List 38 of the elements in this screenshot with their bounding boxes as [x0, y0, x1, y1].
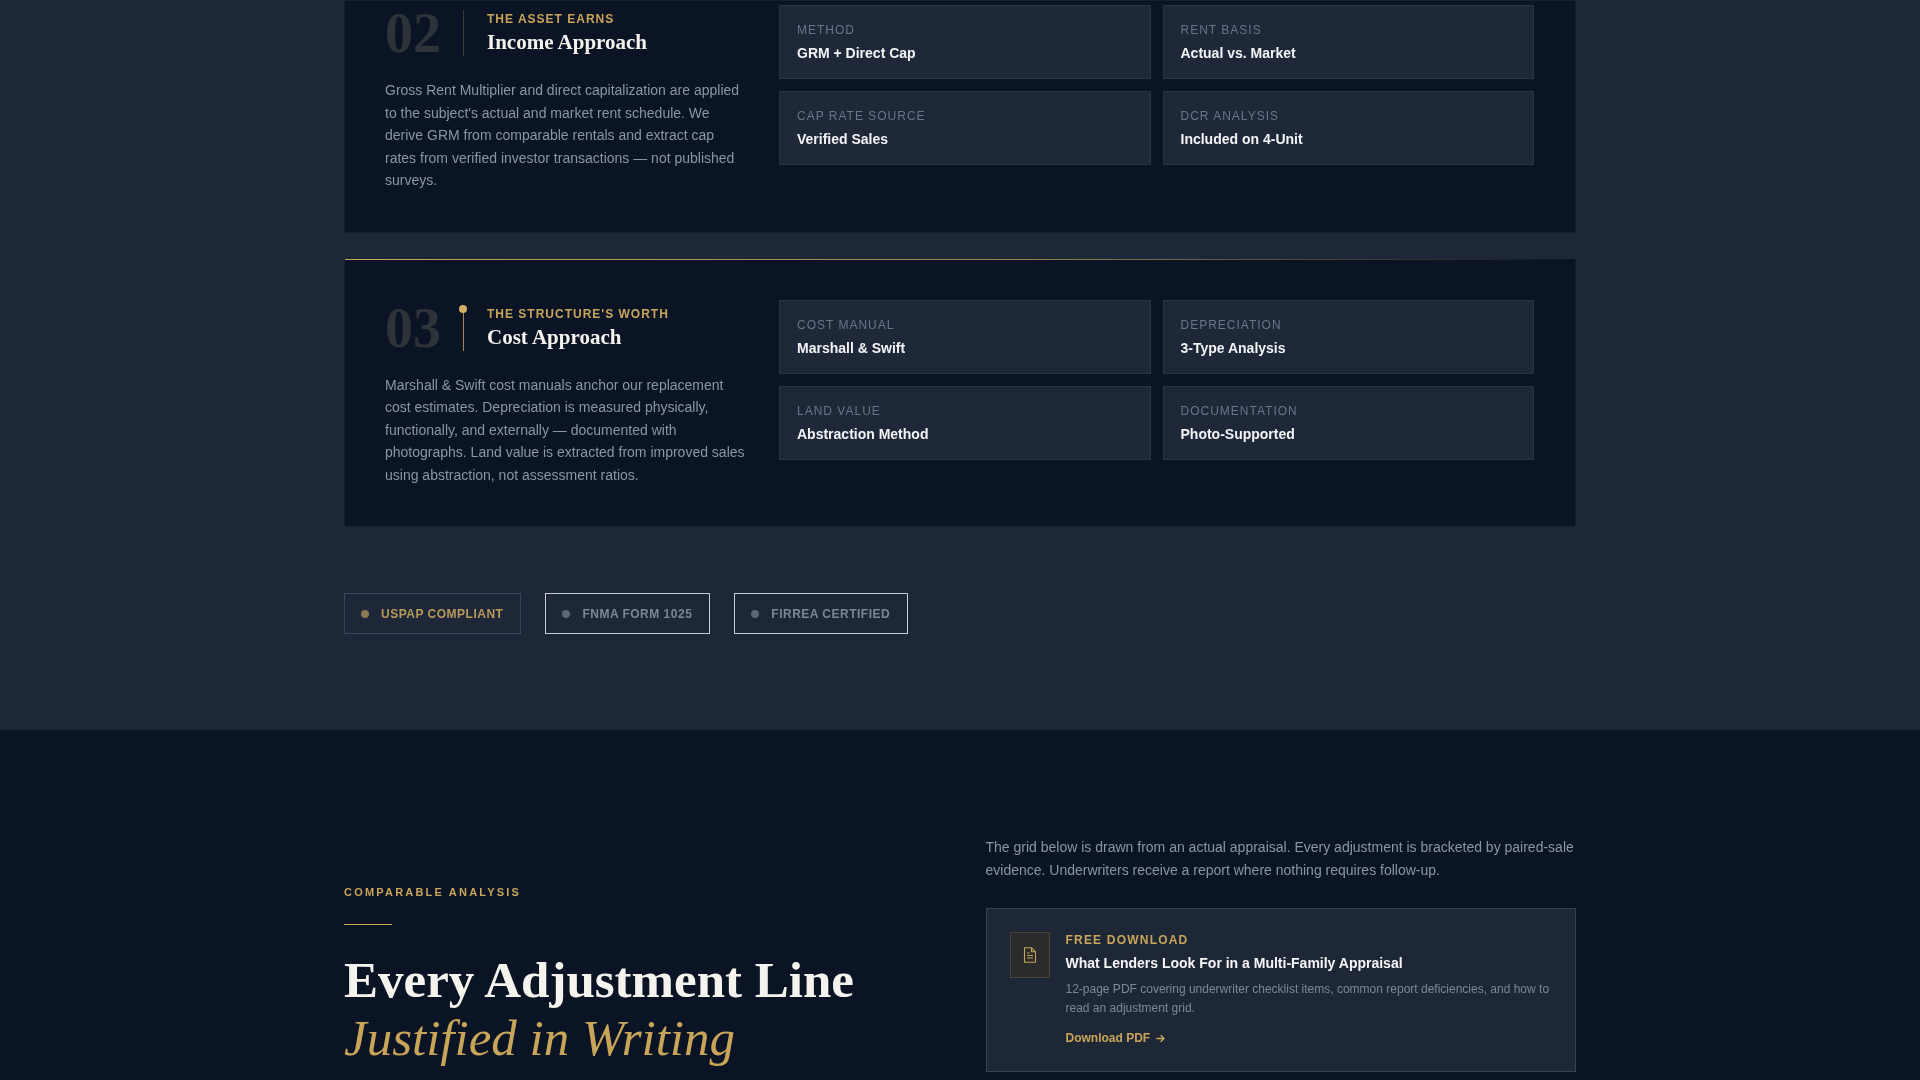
fact-value: Marshall & Swift	[797, 338, 907, 358]
fact-label: RENT BASIS	[1180, 22, 1263, 39]
step-description: Gross Rent Multiplier and direct capitalization are applied to the subject's actual and market rent schedule. We derive GRM from comparable rentals and extract cap rates from verified investor transactions — not published surveys.	[385, 81, 741, 190]
fact-value: GRM + Direct Cap	[797, 44, 917, 63]
dot-icon	[459, 304, 467, 313]
step-description: Marshall & Swift cost manuals anchor our replacement cost estimates. Depreciation is measured physically, functionally, and externally — documented with photographs. Land value is extracted from improved sales using abstraction, not assessment ratios.	[385, 375, 746, 485]
step-title: Cost Approach	[487, 323, 623, 350]
download-description: 12-page PDF covering underwriter checklist items, common report deficiencies, and how to read an adjustment grid.	[1065, 981, 1551, 1017]
certification-label: USPAP COMPLIANT	[381, 606, 504, 621]
dot-icon	[562, 609, 571, 618]
certification-label: FIRREA CERTIFIED	[771, 606, 891, 621]
section-eyebrow: COMPARABLE ANALYSIS	[344, 885, 523, 900]
fact-value: Included on 4-Unit	[1180, 130, 1304, 149]
download-title: What Lenders Look For in a Multi-Family Appraisal	[1065, 954, 1404, 973]
download-link[interactable]: Download PDF	[1065, 1030, 1166, 1047]
step-eyebrow: THE ASSET EARNS	[487, 11, 616, 27]
fact-label: DCR ANALYSIS	[1180, 108, 1280, 125]
fact-label: CAP RATE SOURCE	[797, 108, 927, 125]
dot-icon	[751, 609, 760, 618]
certification-label: FNMA FORM 1025	[582, 606, 693, 621]
fact-value: Verified Sales	[797, 130, 890, 149]
fact-label: DEPRECIATION	[1180, 316, 1283, 334]
fact-label: LAND VALUE	[797, 402, 882, 420]
fact-label: METHOD	[797, 22, 856, 39]
arrow-icon	[1156, 1034, 1166, 1043]
fact-label: COST MANUAL	[797, 316, 896, 334]
section-intro: The grid below is drawn from an actual appraisal. Every adjustment is bracketed by paired-sale evidence. Underwriters receive a report where nothing requires follow-up.	[985, 838, 1575, 880]
fact-value: Abstraction Method	[797, 424, 930, 444]
dot-icon	[361, 609, 369, 618]
fact-value: Photo-Supported	[1180, 424, 1296, 444]
section-heading: Every Adjustment Line Justified in Writing	[344, 951, 855, 1067]
step-title: Income Approach	[487, 29, 648, 55]
download-eyebrow: FREE DOWNLOAD	[1065, 932, 1190, 949]
fact-value: 3-Type Analysis	[1180, 338, 1287, 358]
fact-value: Actual vs. Market	[1180, 44, 1297, 63]
fact-label: DOCUMENTATION	[1180, 402, 1299, 420]
step-eyebrow: THE STRUCTURE'S WORTH	[487, 305, 669, 322]
document-icon	[1009, 932, 1050, 978]
